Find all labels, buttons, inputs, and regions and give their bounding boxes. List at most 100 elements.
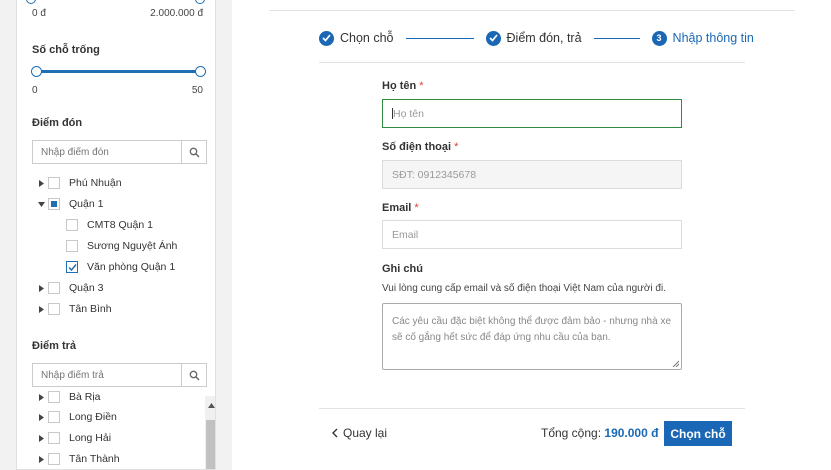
total-value: 190.000 đ: [604, 426, 659, 440]
email-field[interactable]: Email: [382, 220, 682, 249]
price-range-labels: 0 đ 2.000.000 đ: [32, 8, 203, 19]
total-price: Tổng cộng: 190.000 đ: [541, 426, 658, 440]
step-number-badge: 3: [651, 30, 667, 46]
tree-item-label: Long Hải: [69, 432, 112, 444]
check-circle-icon: [319, 30, 334, 46]
seats-range-labels: 0 50: [32, 85, 203, 96]
seats-min-label: 0: [32, 85, 38, 96]
required-mark: *: [414, 202, 419, 214]
total-label: Tổng cộng:: [541, 426, 602, 440]
pickup-search-input[interactable]: [33, 141, 181, 163]
expand-icon[interactable]: [34, 279, 48, 297]
phone-field[interactable]: SĐT: 0912345678: [382, 160, 682, 189]
tree-item-label: Long Điền: [69, 411, 117, 423]
step-label: Chọn chỗ: [340, 31, 394, 45]
checkbox-checked[interactable]: [66, 261, 78, 273]
phone-label: Số điện thoại *: [382, 141, 458, 153]
price-min-knob[interactable]: [26, 0, 36, 4]
seats-max-knob[interactable]: [195, 66, 206, 77]
email-label-text: Email: [382, 202, 412, 214]
note-textarea[interactable]: Các yêu cầu đặc biệt không thể được đảm …: [382, 303, 682, 370]
step-connector: [405, 37, 474, 39]
checkbox[interactable]: [48, 411, 60, 423]
choose-seat-button[interactable]: Chọn chỗ: [664, 421, 732, 446]
search-icon: [189, 147, 199, 157]
tree-item-label: Tân Bình: [69, 303, 112, 315]
pickup-title: Điểm đón: [32, 117, 83, 129]
name-field[interactable]: Họ tên: [382, 99, 682, 128]
step-enter-info[interactable]: 3 Nhập thông tin: [651, 30, 754, 46]
note-label: Ghi chú: [382, 263, 423, 275]
tree-item-label: CMT8 Quận 1: [87, 219, 153, 231]
checkbox[interactable]: [48, 453, 60, 465]
divider: [319, 62, 745, 63]
checkbox[interactable]: [48, 391, 60, 403]
required-mark: *: [454, 141, 459, 153]
expand-icon[interactable]: [34, 391, 48, 406]
dropoff-item-long-dien[interactable]: Long Điền: [34, 408, 117, 426]
pickup-item-cmt8[interactable]: CMT8 Quận 1: [66, 216, 153, 234]
pickup-item-tan-binh[interactable]: Tân Bình: [34, 300, 112, 318]
price-max-knob[interactable]: [195, 0, 205, 4]
step-choose-seat[interactable]: Chọn chỗ: [319, 30, 394, 46]
checkbox[interactable]: [48, 177, 60, 189]
name-label: Họ tên *: [382, 80, 424, 92]
checkbox[interactable]: [66, 219, 78, 231]
dropoff-list: Bà Rịa Long Điền Long Hải Tân Thành: [17, 391, 205, 469]
search-icon: [189, 370, 199, 380]
name-label-text: Họ tên: [382, 80, 417, 92]
check-icon: [68, 264, 77, 272]
back-button[interactable]: Quay lại: [331, 426, 387, 440]
phone-placeholder: SĐT: 0912345678: [392, 168, 477, 181]
dropoff-search-input[interactable]: [33, 364, 181, 386]
tree-item-label: Văn phòng Quận 1: [87, 261, 176, 273]
dropoff-search-button[interactable]: [181, 364, 206, 386]
checkbox[interactable]: [48, 282, 60, 294]
collapse-icon[interactable]: [34, 195, 48, 213]
pickup-item-quan-3[interactable]: Quận 3: [34, 279, 103, 297]
required-mark: *: [419, 80, 424, 92]
step-label: Điểm đón, trả: [506, 31, 582, 45]
pickup-item-van-phong[interactable]: Văn phòng Quận 1: [66, 258, 175, 276]
pickup-item-suong-nguyet-anh[interactable]: Sương Nguyệt Ánh: [66, 237, 177, 255]
expand-icon[interactable]: [34, 429, 48, 447]
scroll-up-icon[interactable]: [208, 403, 215, 408]
checkbox-partial[interactable]: [48, 198, 60, 210]
dropoff-item-ba-ria[interactable]: Bà Rịa: [34, 391, 101, 406]
checkbox[interactable]: [66, 240, 78, 252]
tree-item-label: Quận 3: [69, 282, 104, 294]
expand-icon[interactable]: [34, 450, 48, 468]
step-pickup-dropoff[interactable]: Điểm đón, trả: [485, 30, 582, 46]
checkbox[interactable]: [48, 432, 60, 444]
expand-icon[interactable]: [34, 408, 48, 426]
back-label: Quay lại: [343, 426, 388, 440]
price-max-label: 2.000.000 đ: [150, 8, 203, 19]
seats-slider-track[interactable]: [37, 70, 200, 73]
pickup-search: [32, 140, 207, 164]
expand-icon[interactable]: [34, 300, 48, 318]
pickup-item-phu-nhuan[interactable]: Phú Nhuận: [34, 174, 122, 192]
email-label: Email *: [382, 202, 419, 214]
dropoff-scrollbar[interactable]: [205, 396, 215, 469]
pickup-item-quan-1[interactable]: Quận 1: [34, 195, 103, 213]
dropoff-item-long-hai[interactable]: Long Hải: [34, 429, 111, 447]
pickup-search-button[interactable]: [181, 141, 206, 163]
note-hint: Vui lòng cung cấp email và số điện thoại…: [382, 283, 666, 294]
checkbox[interactable]: [48, 303, 60, 315]
dropoff-title: Điểm trả: [32, 340, 77, 352]
chevron-left-icon: [332, 428, 338, 438]
step-connector: [593, 37, 640, 39]
scrollbar-thumb[interactable]: [206, 420, 215, 469]
email-placeholder: Email: [392, 228, 419, 241]
seats-min-knob[interactable]: [31, 66, 42, 77]
tree-item-label: Bà Rịa: [69, 391, 101, 403]
check-circle-icon: [485, 30, 501, 46]
dropoff-item-tan-thanh[interactable]: Tân Thành: [34, 450, 120, 468]
expand-icon[interactable]: [34, 174, 48, 192]
resize-grip-icon[interactable]: [672, 360, 679, 367]
note-placeholder: Các yêu cầu đặc biệt không thể được đảm …: [392, 316, 672, 343]
name-placeholder: Họ tên: [393, 107, 424, 120]
tree-item-label: Sương Nguyệt Ánh: [87, 240, 178, 252]
tree-item-label: Quận 1: [69, 198, 104, 210]
divider: [269, 10, 795, 11]
